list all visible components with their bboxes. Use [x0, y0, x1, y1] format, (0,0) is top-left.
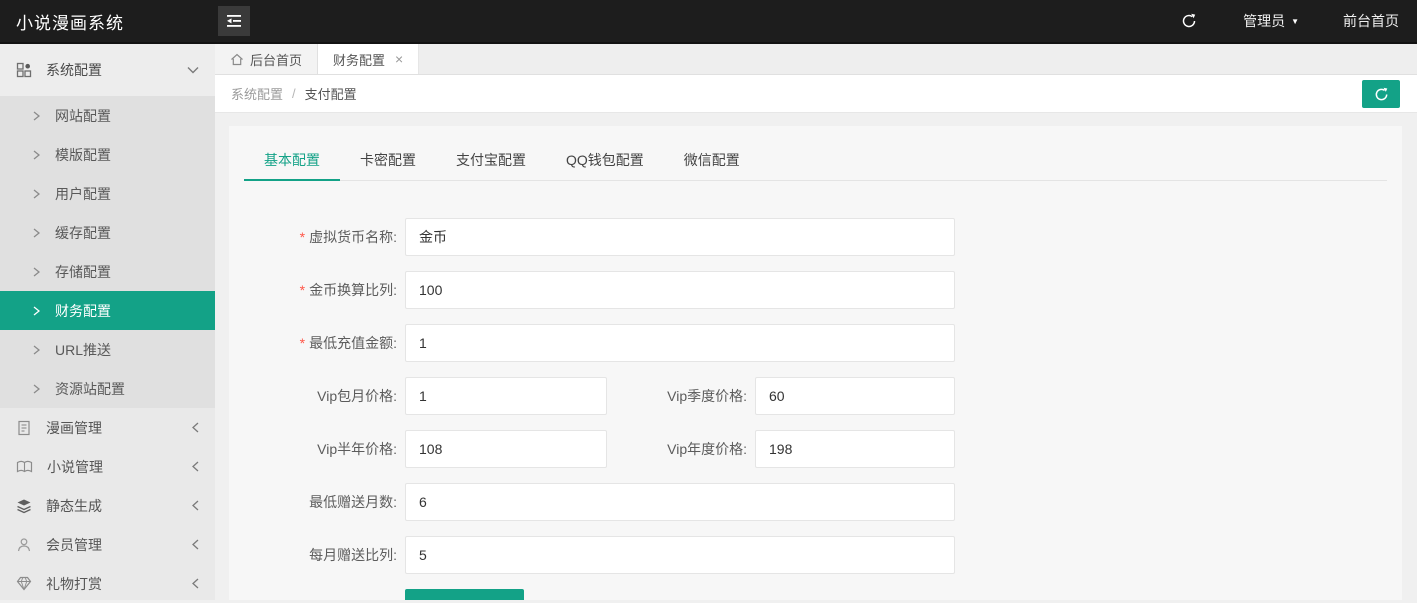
payment-config-tabs: 基本配置 卡密配置 支付宝配置 QQ钱包配置 微信配置	[244, 140, 1387, 181]
monthly-gift-ratio-label: 每月赠送比列:	[244, 536, 405, 574]
user-name: 管理员	[1243, 11, 1285, 31]
required-mark: *	[300, 229, 305, 245]
tab-wechat-config[interactable]: 微信配置	[664, 140, 760, 180]
vip-yearly-price-field[interactable]	[755, 430, 955, 468]
form-row: 每月赠送比列:	[244, 536, 1387, 574]
basic-config-form: *虚拟货币名称: *金币换算比列: *最低充值金额: Vip包月价格: Vip季…	[244, 218, 1387, 600]
virtual-currency-name-field[interactable]	[405, 218, 955, 256]
vip-quarterly-price-field[interactable]	[755, 377, 955, 415]
chevron-left-icon	[192, 461, 199, 472]
chevron-right-icon	[33, 150, 40, 160]
chevron-left-icon	[192, 500, 199, 511]
sidebar-item-finance-config[interactable]: 财务配置	[0, 291, 215, 330]
tab-alipay-config[interactable]: 支付宝配置	[436, 140, 546, 180]
virtual-currency-name-label: *虚拟货币名称:	[244, 218, 405, 256]
min-gift-months-field[interactable]	[405, 483, 955, 521]
user-icon	[16, 537, 32, 553]
monthly-gift-ratio-field[interactable]	[405, 536, 955, 574]
tab-label: 财务配置	[333, 50, 385, 69]
chevron-left-icon	[192, 539, 199, 550]
caret-down-icon: ▼	[1291, 17, 1299, 26]
min-recharge-amount-label: *最低充值金额:	[244, 324, 405, 362]
min-recharge-amount-field[interactable]	[405, 324, 955, 362]
vip-half-year-price-label: Vip半年价格:	[244, 430, 405, 468]
home-icon	[230, 53, 244, 66]
sidebar-collapse-icon	[225, 14, 243, 28]
sidebar-item-cache-config[interactable]: 缓存配置	[0, 213, 215, 252]
window-tab-bar: 后台首页 财务配置 ×	[215, 44, 1417, 75]
form-row: *虚拟货币名称:	[244, 218, 1387, 256]
required-mark: *	[300, 282, 305, 298]
tab-finance-config[interactable]: 财务配置 ×	[318, 44, 419, 74]
grid-icon	[16, 62, 32, 78]
submit-button[interactable]	[405, 589, 524, 600]
sidebar-group-static-generation[interactable]: 静态生成	[0, 486, 215, 525]
coin-exchange-ratio-field[interactable]	[405, 271, 955, 309]
sidebar-item-storage-config[interactable]: 存储配置	[0, 252, 215, 291]
chevron-down-icon	[187, 66, 199, 74]
sidebar-item-user-config[interactable]: 用户配置	[0, 174, 215, 213]
form-row: Vip半年价格: Vip年度价格:	[244, 430, 1387, 468]
chevron-left-icon	[192, 578, 199, 589]
page-refresh-button[interactable]	[1362, 80, 1400, 108]
layers-icon	[16, 498, 32, 514]
chevron-right-icon	[33, 189, 40, 199]
tab-label: 后台首页	[250, 50, 302, 69]
refresh-button[interactable]	[1181, 13, 1197, 29]
chevron-right-icon	[33, 111, 40, 121]
open-book-icon	[16, 460, 33, 474]
top-header: 小说漫画系统 管理员 ▼ 前台首页	[0, 0, 1417, 44]
tab-admin-home[interactable]: 后台首页	[215, 44, 318, 74]
breadcrumb-bar: 系统配置 / 支付配置	[215, 75, 1417, 113]
sidebar-group-member-management[interactable]: 会员管理	[0, 525, 215, 564]
breadcrumb-system-config[interactable]: 系统配置	[231, 84, 283, 103]
required-mark: *	[300, 335, 305, 351]
sidebar: 系统配置 网站配置 模版配置 用户配置 缓存配置 存储配置 财务配置	[0, 44, 215, 600]
vip-quarterly-price-label: Vip季度价格:	[607, 377, 755, 415]
sidebar-group-novel-management[interactable]: 小说管理	[0, 447, 215, 486]
comic-book-icon	[16, 420, 32, 436]
tab-card-key-config[interactable]: 卡密配置	[340, 140, 436, 180]
sidebar-group-gift-reward[interactable]: 礼物打赏	[0, 564, 215, 603]
chevron-right-icon	[33, 384, 40, 394]
form-row: Vip包月价格: Vip季度价格:	[244, 377, 1387, 415]
tab-qq-wallet-config[interactable]: QQ钱包配置	[546, 140, 664, 180]
payment-config-card: 基本配置 卡密配置 支付宝配置 QQ钱包配置 微信配置 *虚拟货币名称: *金币…	[229, 126, 1402, 600]
sidebar-group-system-config[interactable]: 系统配置	[0, 44, 215, 96]
close-icon[interactable]: ×	[395, 52, 403, 66]
sidebar-item-resource-site-config[interactable]: 资源站配置	[0, 369, 215, 408]
min-gift-months-label: 最低赠送月数:	[244, 483, 405, 521]
sidebar-collapse-button[interactable]	[218, 6, 250, 36]
tab-basic-config[interactable]: 基本配置	[244, 140, 340, 180]
main-content-area: 后台首页 财务配置 × 系统配置 / 支付配置 基本配置 卡密配置 支付宝配置 …	[215, 44, 1417, 600]
vip-monthly-price-label: Vip包月价格:	[244, 377, 405, 415]
breadcrumb-payment-config: 支付配置	[305, 84, 357, 103]
chevron-right-icon	[33, 306, 40, 316]
gem-icon	[16, 576, 32, 591]
breadcrumb-separator: /	[292, 86, 296, 101]
user-dropdown[interactable]: 管理员 ▼	[1243, 11, 1299, 31]
refresh-icon	[1181, 13, 1197, 29]
sidebar-group-comic-management[interactable]: 漫画管理	[0, 408, 215, 447]
frontend-home-link[interactable]: 前台首页	[1343, 11, 1399, 31]
vip-yearly-price-label: Vip年度价格:	[607, 430, 755, 468]
app-title: 小说漫画系统	[0, 9, 215, 34]
vip-monthly-price-field[interactable]	[405, 377, 607, 415]
chevron-left-icon	[192, 422, 199, 433]
form-row: *最低充值金额:	[244, 324, 1387, 362]
chevron-right-icon	[33, 267, 40, 277]
sidebar-item-template-config[interactable]: 模版配置	[0, 135, 215, 174]
sidebar-item-website-config[interactable]: 网站配置	[0, 96, 215, 135]
form-row: 最低赠送月数:	[244, 483, 1387, 521]
sidebar-group-label: 系统配置	[46, 60, 102, 80]
system-config-submenu: 网站配置 模版配置 用户配置 缓存配置 存储配置 财务配置 URL推送 资源站	[0, 96, 215, 408]
chevron-right-icon	[33, 228, 40, 238]
coin-exchange-ratio-label: *金币换算比列:	[244, 271, 405, 309]
sidebar-item-url-push[interactable]: URL推送	[0, 330, 215, 369]
chevron-right-icon	[33, 345, 40, 355]
form-row: *金币换算比列:	[244, 271, 1387, 309]
refresh-icon	[1374, 87, 1389, 102]
vip-half-year-price-field[interactable]	[405, 430, 607, 468]
